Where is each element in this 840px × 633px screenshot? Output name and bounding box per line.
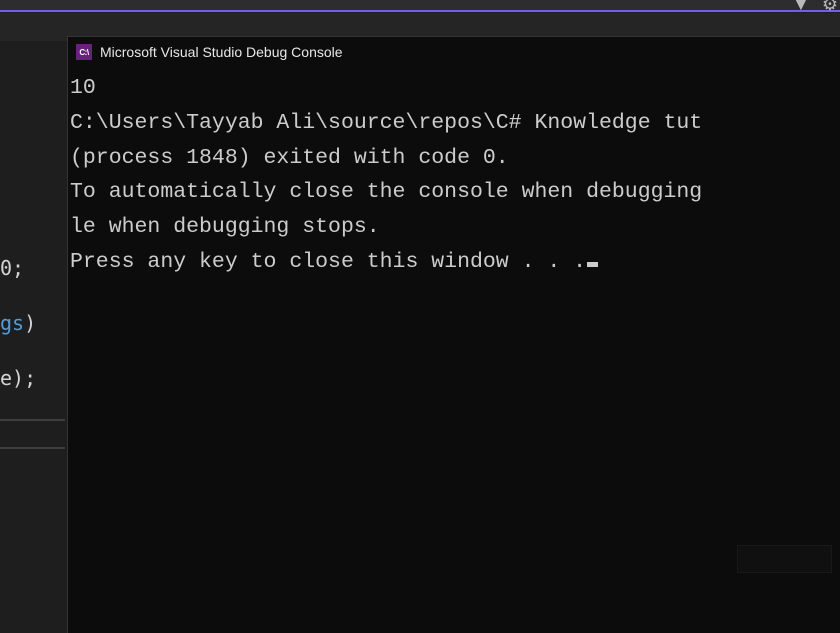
console-title: Microsoft Visual Studio Debug Console: [100, 44, 343, 60]
console-app-icon: C:\: [76, 44, 92, 60]
faded-button: [737, 545, 832, 573]
console-line: 10: [70, 71, 838, 106]
code-fragment: 0;: [0, 256, 24, 280]
console-output[interactable]: 10C:\Users\Tayyab Ali\source\repos\C# Kn…: [68, 67, 840, 633]
console-line: le when debugging stops.: [70, 210, 838, 245]
console-line: (process 1848) exited with code 0.: [70, 141, 838, 176]
text-cursor: [587, 262, 598, 267]
editor-gutter: 0; gs) e);: [0, 41, 65, 633]
debug-console-window[interactable]: C:\ Microsoft Visual Studio Debug Consol…: [67, 36, 840, 633]
screen-root: ▼ ⚙ MaxSize 0; gs) e); C:\ Microsoft Vis…: [0, 0, 840, 633]
code-fragment: e);: [0, 366, 36, 390]
panel-divider: [0, 447, 65, 449]
panel-divider: [0, 419, 65, 421]
vs-menubar: ▼ ⚙: [0, 0, 840, 12]
console-line: To automatically close the console when …: [70, 175, 838, 210]
console-line: Press any key to close this window . . .: [70, 245, 838, 280]
code-fragment: gs): [0, 311, 36, 335]
console-line: C:\Users\Tayyab Ali\source\repos\C# Know…: [70, 106, 838, 141]
console-titlebar[interactable]: C:\ Microsoft Visual Studio Debug Consol…: [68, 37, 840, 67]
